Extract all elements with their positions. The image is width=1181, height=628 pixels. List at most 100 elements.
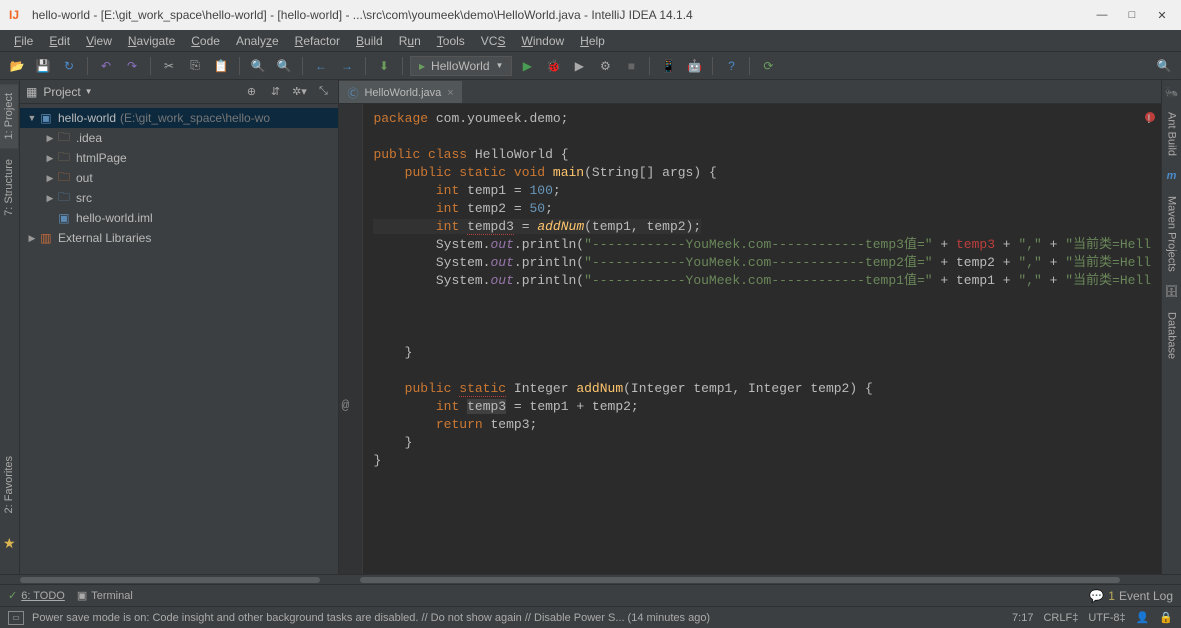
tab-favorites[interactable]: 2: Favorites: [0, 447, 18, 522]
avd-icon[interactable]: 📱: [657, 55, 679, 77]
maximize-button[interactable]: □: [1117, 5, 1147, 25]
jrebel-icon[interactable]: ⟳: [757, 55, 779, 77]
undo-icon[interactable]: ↶: [95, 55, 117, 77]
locate-icon[interactable]: ⊕: [242, 83, 260, 101]
right-tool-gutter: 🐜 Ant Build m Maven Projects 🗄 Database: [1161, 80, 1181, 574]
tree-item-iml[interactable]: ▣ hello-world.iml: [20, 208, 338, 228]
menu-run[interactable]: Run: [391, 32, 429, 50]
balloon-icon: 💬: [1089, 589, 1104, 603]
override-icon[interactable]: @: [341, 398, 349, 413]
tab-maven[interactable]: Maven Projects: [1164, 188, 1180, 280]
tab-close-icon[interactable]: ×: [447, 87, 453, 99]
folder-icon: 🗀: [56, 168, 72, 189]
tree-item-src[interactable]: ▶🗀 src: [20, 188, 338, 208]
sdk-icon[interactable]: 🤖: [683, 55, 705, 77]
menu-refactor[interactable]: Refactor: [287, 32, 348, 50]
editor-area: Ⓒ HelloWorld.java × ! @ package com.youm…: [339, 80, 1161, 574]
bottom-tool-tabs: ✓6: TODO ▣Terminal 💬1 Event Log: [0, 584, 1181, 606]
tree-item-out[interactable]: ▶🗀 out: [20, 168, 338, 188]
ant-icon[interactable]: 🐜: [1164, 84, 1180, 100]
file-encoding[interactable]: UTF-8‡: [1088, 612, 1125, 624]
iml-icon: ▣: [56, 211, 72, 225]
tab-project[interactable]: 1: Project: [0, 84, 18, 148]
menu-build[interactable]: Build: [348, 32, 391, 50]
tab-terminal[interactable]: ▣Terminal: [77, 589, 133, 602]
open-icon[interactable]: 📂: [6, 55, 28, 77]
back-icon[interactable]: ←: [310, 55, 332, 77]
tree-item-idea[interactable]: ▶🗀 .idea: [20, 128, 338, 148]
menu-view[interactable]: View: [78, 32, 120, 50]
close-button[interactable]: ✕: [1147, 5, 1177, 25]
tree-external-libraries[interactable]: ▶▥ External Libraries: [20, 228, 338, 248]
folder-icon: 🗀: [56, 188, 72, 209]
cursor-position: 7:17: [1012, 612, 1033, 624]
star-icon[interactable]: ★: [3, 535, 16, 552]
menu-file[interactable]: File: [6, 32, 41, 50]
tree-item-htmlpage[interactable]: ▶🗀 htmlPage: [20, 148, 338, 168]
line-separator[interactable]: CRLF‡: [1043, 612, 1078, 624]
tree-root[interactable]: ▼ ▣ hello-world (E:\git_work_space\hello…: [20, 108, 338, 128]
profile-icon[interactable]: ⚙: [594, 55, 616, 77]
tab-structure[interactable]: 7: Structure: [0, 150, 18, 225]
project-tree: ▼ ▣ hello-world (E:\git_work_space\hello…: [20, 104, 338, 252]
editor-tabs: Ⓒ HelloWorld.java ×: [339, 80, 1161, 104]
search-everywhere-icon[interactable]: 🔍: [1153, 55, 1175, 77]
redo-icon[interactable]: ↷: [121, 55, 143, 77]
debug-icon[interactable]: 🐞: [542, 55, 564, 77]
hide-icon[interactable]: ⤡: [314, 83, 332, 101]
lock-icon[interactable]: 🔒: [1159, 611, 1173, 624]
toolbar: 📂 💾 ↻ ↶ ↷ ✂ ⎘ 📋 🔍 🔍 ← → ⬇ ▸ HelloWorld ▼…: [0, 52, 1181, 80]
copy-icon[interactable]: ⎘: [184, 55, 206, 77]
run-icon[interactable]: ▶: [516, 55, 538, 77]
sync-icon[interactable]: ↻: [58, 55, 80, 77]
menu-analyze[interactable]: Analyze: [228, 32, 287, 50]
error-indicator-icon[interactable]: !: [1145, 112, 1155, 122]
editor-tab-helloworld[interactable]: Ⓒ HelloWorld.java ×: [339, 81, 461, 103]
project-view-icon: ▦: [26, 85, 37, 99]
scroll-thumb[interactable]: [360, 577, 1120, 583]
tab-database[interactable]: Database: [1164, 304, 1180, 367]
app-icon: IJ: [4, 5, 24, 25]
folder-icon: 🗀: [56, 148, 72, 169]
project-view-selector[interactable]: Project ▼: [43, 85, 236, 99]
collapse-icon[interactable]: ⇵: [266, 83, 284, 101]
cut-icon[interactable]: ✂: [158, 55, 180, 77]
menu-help[interactable]: Help: [572, 32, 613, 50]
status-message[interactable]: Power save mode is on: Code insight and …: [32, 612, 1004, 624]
tab-ant-build[interactable]: Ant Build: [1164, 104, 1180, 164]
run-config-label: HelloWorld: [431, 59, 489, 73]
menu-tools[interactable]: Tools: [429, 32, 473, 50]
tab-todo[interactable]: ✓6: TODO: [8, 589, 65, 602]
paste-icon[interactable]: 📋: [210, 55, 232, 77]
stop-icon[interactable]: ■: [620, 55, 642, 77]
replace-icon[interactable]: 🔍: [273, 55, 295, 77]
find-icon[interactable]: 🔍: [247, 55, 269, 77]
save-icon[interactable]: 💾: [32, 55, 54, 77]
code-editor[interactable]: ! @ package com.youmeek.demo; public cla…: [339, 104, 1161, 574]
project-panel: ▦ Project ▼ ⊕ ⇵ ✲▾ ⤡ ▼ ▣ hello-world (E:…: [20, 80, 339, 574]
settings-icon[interactable]: ✲▾: [290, 83, 308, 101]
editor-gutter: @: [339, 104, 363, 574]
tool-windows-icon[interactable]: ▭: [8, 611, 24, 625]
run-config-selector[interactable]: ▸ HelloWorld ▼: [410, 56, 512, 76]
menu-vcs[interactable]: VCS: [473, 32, 514, 50]
build-icon[interactable]: ⬇: [373, 55, 395, 77]
folder-icon: 🗀: [56, 128, 72, 149]
minimize-button[interactable]: —: [1087, 5, 1117, 25]
event-log-button[interactable]: 💬1 Event Log: [1089, 589, 1173, 603]
maven-icon[interactable]: m: [1164, 168, 1180, 184]
class-icon: Ⓒ: [347, 85, 358, 101]
horizontal-scrollbar[interactable]: [0, 574, 1181, 584]
forward-icon[interactable]: →: [336, 55, 358, 77]
menu-bar: File Edit View Navigate Code Analyze Ref…: [0, 30, 1181, 52]
menu-edit[interactable]: Edit: [41, 32, 78, 50]
scroll-thumb[interactable]: [20, 577, 320, 583]
menu-window[interactable]: Window: [513, 32, 572, 50]
coverage-icon[interactable]: ▶: [568, 55, 590, 77]
menu-navigate[interactable]: Navigate: [120, 32, 183, 50]
database-icon[interactable]: 🗄: [1164, 284, 1180, 300]
menu-code[interactable]: Code: [183, 32, 228, 50]
inspection-icon[interactable]: 👤: [1136, 611, 1150, 624]
window-title: hello-world - [E:\git_work_space\hello-w…: [32, 8, 1087, 22]
help-icon[interactable]: ?: [720, 55, 742, 77]
